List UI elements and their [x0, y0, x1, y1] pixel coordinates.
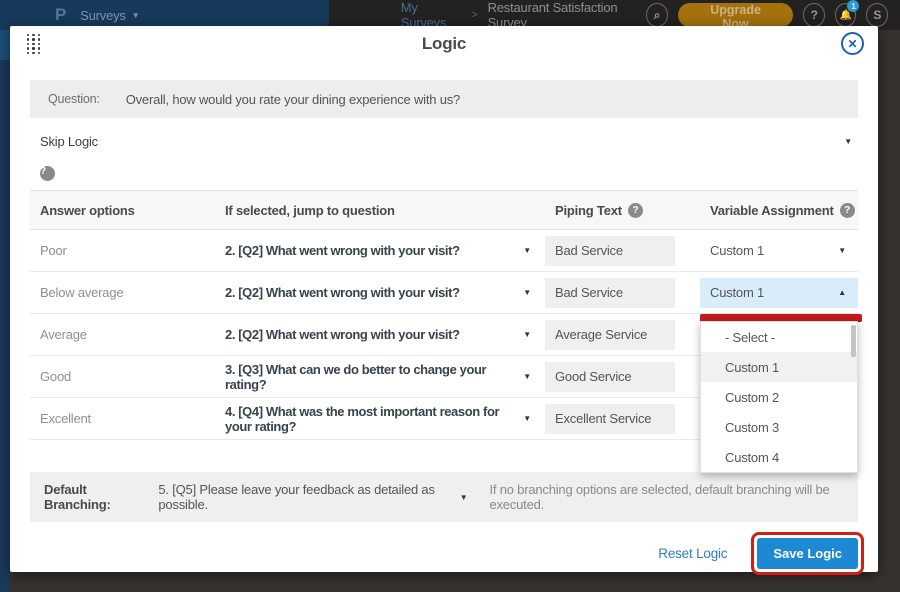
modal-footer: Reset Logic Save Logic: [10, 532, 864, 575]
answer-option-label: Below average: [30, 285, 215, 300]
jump-question-select[interactable]: 4. [Q4] What was the most important reas…: [215, 404, 545, 434]
background-sidebar-strip: [0, 30, 10, 592]
nav-surveys-label: Surveys: [80, 8, 126, 23]
default-branching-note: If no branching options are selected, de…: [489, 482, 844, 512]
table-row: Below average 2. [Q2] What went wrong wi…: [30, 272, 858, 314]
default-branching-label: Default Branching:: [44, 482, 144, 512]
close-icon[interactable]: ✕: [841, 32, 864, 55]
red-annotation-underline: [700, 314, 862, 321]
piping-help-icon[interactable]: ?: [628, 203, 643, 218]
app-logo: P: [55, 5, 66, 25]
chevron-down-icon: ▼: [523, 246, 531, 255]
piping-text-input[interactable]: Excellent Service: [545, 404, 675, 434]
chevron-down-icon: ▼: [523, 330, 531, 339]
nav-surveys-menu[interactable]: Surveys ▼: [80, 8, 139, 23]
chevron-down-icon: ▼: [523, 414, 531, 423]
variable-assignment-select-open[interactable]: Custom 1▲: [700, 278, 858, 308]
avatar[interactable]: S: [866, 3, 888, 27]
default-branching-row: Default Branching: 5. [Q5] Please leave …: [30, 472, 858, 522]
piping-text-input[interactable]: Bad Service: [545, 236, 675, 266]
answer-option-label: Poor: [30, 243, 215, 258]
header-piping-text: Piping Text?: [545, 203, 700, 218]
jump-question-select[interactable]: 2. [Q2] What went wrong with your visit?…: [215, 327, 545, 342]
topbar-actions: ⌕ Upgrade Now ? 🔔1 S: [646, 3, 900, 27]
variable-assignment-dropdown: - Select - Custom 1 Custom 2 Custom 3 Cu…: [700, 321, 858, 473]
chevron-down-icon: ▼: [523, 372, 531, 381]
dropdown-option-select[interactable]: - Select -: [701, 322, 857, 352]
dropdown-option-custom4[interactable]: Custom 4: [701, 442, 857, 472]
chevron-up-icon: ▲: [838, 288, 846, 297]
piping-text-input[interactable]: Good Service: [545, 362, 675, 392]
chevron-down-icon: ▼: [460, 493, 468, 502]
skip-logic-help-icon[interactable]: ?: [40, 166, 55, 181]
question-label: Question:: [48, 92, 100, 106]
bell-icon[interactable]: 🔔1: [835, 3, 857, 27]
chevron-down-icon: ▼: [132, 11, 140, 20]
table-row: Poor 2. [Q2] What went wrong with your v…: [30, 230, 858, 272]
chevron-down-icon: ▼: [523, 288, 531, 297]
upgrade-now-button[interactable]: Upgrade Now: [678, 3, 794, 27]
piping-text-input[interactable]: Average Service: [545, 320, 675, 350]
question-display-row: Question: Overall, how would you rate yo…: [30, 80, 858, 118]
breadcrumb-separator: >: [471, 9, 477, 21]
variable-help-icon[interactable]: ?: [840, 203, 855, 218]
jump-question-select[interactable]: 2. [Q2] What went wrong with your visit?…: [215, 285, 545, 300]
notification-badge: 1: [847, 0, 859, 12]
answer-option-label: Average: [30, 327, 215, 342]
dropdown-option-custom1[interactable]: Custom 1: [701, 352, 857, 382]
search-icon[interactable]: ⌕: [646, 3, 668, 27]
jump-question-select[interactable]: 2. [Q2] What went wrong with your visit?…: [215, 243, 545, 258]
reset-logic-link[interactable]: Reset Logic: [658, 546, 727, 561]
table-header-row: Answer options If selected, jump to ques…: [30, 190, 858, 230]
chevron-down-icon: ▼: [838, 246, 846, 255]
answer-option-label: Excellent: [30, 411, 215, 426]
logic-type-select[interactable]: Skip Logic ▼: [30, 118, 858, 164]
header-variable-assignment: Variable Assignment?: [700, 203, 858, 218]
save-logic-button[interactable]: Save Logic: [757, 538, 858, 569]
jump-question-select[interactable]: 3. [Q3] What can we do better to change …: [215, 362, 545, 392]
chevron-down-icon: ▼: [844, 137, 852, 146]
logic-type-label: Skip Logic: [40, 134, 98, 149]
default-branching-select[interactable]: 5. [Q5] Please leave your feedback as de…: [158, 482, 467, 512]
answer-option-label: Good: [30, 369, 215, 384]
logic-modal: Logic ✕ Question: Overall, how would you…: [10, 26, 878, 572]
save-button-annotation-ring: Save Logic: [751, 532, 864, 575]
dropdown-scrollbar[interactable]: [851, 325, 856, 357]
logic-modal-header: Logic ✕: [10, 26, 878, 62]
dropdown-option-custom3[interactable]: Custom 3: [701, 412, 857, 442]
header-jump-to-question: If selected, jump to question: [215, 203, 545, 218]
drag-handle-icon[interactable]: [26, 33, 41, 55]
modal-title: Logic: [422, 34, 466, 54]
dropdown-option-custom2[interactable]: Custom 2: [701, 382, 857, 412]
help-icon[interactable]: ?: [803, 3, 825, 27]
question-text: Overall, how would you rate your dining …: [126, 92, 460, 107]
header-answer-options: Answer options: [30, 203, 215, 218]
piping-text-input[interactable]: Bad Service: [545, 278, 675, 308]
variable-assignment-select[interactable]: Custom 1▼: [700, 236, 858, 266]
